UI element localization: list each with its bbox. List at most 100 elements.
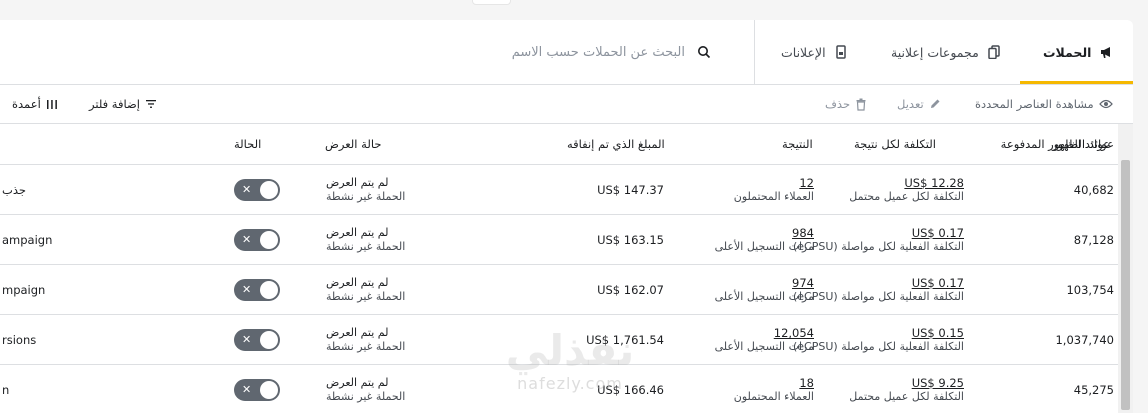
scrollbar-thumb[interactable] <box>1121 160 1130 410</box>
table-row[interactable]: 45,275 US$ 9.25 التكلفة لكل عميل محتمل 1… <box>0 364 1118 413</box>
columns-icon <box>46 99 57 109</box>
reach-cell: 103,754 <box>1066 265 1114 315</box>
delivery-substatus: الحملة غير نشطة <box>326 190 406 203</box>
cost-cell: US$ 9.25 التكلفة لكل عميل محتمل <box>849 365 964 413</box>
eye-icon <box>1098 99 1113 109</box>
header-result[interactable]: النتيجة <box>782 124 813 164</box>
columns-label: أعمدة <box>12 97 41 111</box>
table-row[interactable]: 1,037,740 US$ 0.15 (eCPSU) التكلفة الفعل… <box>0 314 1118 365</box>
add-filter-label: إضافة فلتر <box>89 97 140 111</box>
campaign-name[interactable]: n <box>2 383 9 397</box>
header-delivery[interactable]: حالة العرض <box>325 124 381 164</box>
view-selected-button[interactable]: مشاهدة العناصر المحددة <box>975 85 1113 123</box>
delivery-cell: لم يتم العرض الحملة غير نشطة <box>326 315 405 365</box>
toggle-knob <box>260 181 278 199</box>
pencil-icon <box>930 99 940 108</box>
status-toggle[interactable]: ✕ <box>234 229 280 251</box>
table-row[interactable]: 40,682 US$ 12.28 التكلفة لكل عميل محتمل … <box>0 164 1118 215</box>
amount-spent-value: US$ 166.46 <box>597 383 664 397</box>
cost-label: (eCPSU) التكلفة الفعلية لكل مواصلة <box>792 240 964 253</box>
result-label: العملاء المحتملون <box>733 190 814 203</box>
cost-link[interactable]: US$ 12.28 <box>904 176 964 190</box>
delivery-cell: لم يتم العرض الحملة غير نشطة <box>326 365 405 413</box>
off-icon: ✕ <box>242 283 252 296</box>
campaign-name[interactable]: mpaign <box>2 283 45 297</box>
tab-bar: الحملات مجموعات إعلانية الإعلانات <box>0 20 1133 85</box>
cost-cell: US$ 12.28 التكلفة لكل عميل محتمل <box>849 165 964 215</box>
table-row[interactable]: 87,128 US$ 0.17 (eCPSU) التكلفة الفعلية … <box>0 214 1118 265</box>
cost-link[interactable]: US$ 0.15 <box>912 326 964 340</box>
delivery-status: لم يتم العرض <box>326 276 389 289</box>
result-link[interactable]: 974 <box>792 276 814 290</box>
tab-ads[interactable]: الإعلانات <box>781 20 848 84</box>
campaign-name-cell[interactable]: n <box>2 365 9 413</box>
header-delivery-label: حالة العرض <box>325 137 382 151</box>
campaign-name-cell[interactable]: جذب <box>2 165 26 215</box>
cost-link[interactable]: US$ 0.17 <box>912 226 964 240</box>
top-handle[interactable] <box>472 0 511 5</box>
delivery-substatus: الحملة غير نشطة <box>326 390 406 403</box>
tab-campaigns[interactable]: الحملات <box>1043 20 1113 84</box>
search-box[interactable] <box>488 36 746 68</box>
header-paid-reach-label: عوائد الظهور المدفوعة <box>1000 137 1110 151</box>
result-link[interactable]: 18 <box>799 376 814 390</box>
view-selected-label: مشاهدة العناصر المحددة <box>975 97 1094 111</box>
filter-icon <box>145 100 156 108</box>
header-paid-reach[interactable]: عوائد الظهور عوائد الظهور المدفوعة <box>1001 124 1114 164</box>
columns-button[interactable]: أعمدة <box>12 85 58 123</box>
add-filter-button[interactable]: إضافة فلتر <box>89 85 157 123</box>
search-input[interactable] <box>488 43 687 61</box>
campaign-name[interactable]: ampaign <box>2 233 52 247</box>
amount-spent-value: US$ 163.15 <box>597 233 664 247</box>
cost-label: (eCPSU) التكلفة الفعلية لكل مواصلة <box>792 340 964 353</box>
tab-ad-sets-label: مجموعات إعلانية <box>891 44 979 60</box>
campaign-name-cell[interactable]: rsions <box>2 315 36 365</box>
off-icon: ✕ <box>242 183 252 196</box>
search-icon[interactable] <box>697 45 711 59</box>
megaphone-icon <box>1101 47 1111 58</box>
delete-button[interactable]: حذف <box>825 85 867 123</box>
cost-cell: US$ 0.15 (eCPSU) التكلفة الفعلية لكل موا… <box>793 315 964 365</box>
amount-spent-value: US$ 1,761.54 <box>586 333 664 347</box>
reach-value: 103,754 <box>1066 283 1114 297</box>
delivery-cell: لم يتم العرض الحملة غير نشطة <box>326 215 405 265</box>
edit-label: تعديل <box>897 97 924 111</box>
header-cost-per-result[interactable]: التكلفة لكل نتيجة <box>854 124 936 164</box>
status-toggle[interactable]: ✕ <box>234 329 280 351</box>
campaigns-table: عوائد الظهور عوائد الظهور المدفوعة التكل… <box>0 124 1118 413</box>
status-toggle[interactable]: ✕ <box>234 179 280 201</box>
result-link[interactable]: 984 <box>792 226 814 240</box>
header-status[interactable]: الحالة <box>234 124 261 164</box>
delivery-status: لم يتم العرض <box>326 376 389 389</box>
cost-link[interactable]: US$ 0.17 <box>912 276 964 290</box>
campaign-name-cell[interactable]: ampaign <box>2 215 52 265</box>
result-link[interactable]: 12,054 <box>774 326 814 340</box>
table-row[interactable]: 103,754 US$ 0.17 (eCPSU) التكلفة الفعلية… <box>0 264 1118 315</box>
result-cell: 18 العملاء المحتملون <box>734 365 814 413</box>
result-cell: 12 العملاء المحتملون <box>734 165 814 215</box>
delivery-substatus: الحملة غير نشطة <box>326 240 406 253</box>
campaign-name-cell[interactable]: mpaign <box>2 265 45 315</box>
campaign-name[interactable]: rsions <box>2 333 36 347</box>
off-icon: ✕ <box>242 383 252 396</box>
delivery-substatus: الحملة غير نشطة <box>326 290 406 303</box>
ad-icon <box>835 45 846 59</box>
vertical-scrollbar[interactable] <box>1118 124 1133 413</box>
header-amount-spent[interactable]: المبلغ الذي تم إنفاقه <box>567 124 665 164</box>
tab-ad-sets[interactable]: مجموعات إعلانية <box>891 20 1001 84</box>
amount-spent-cell: US$ 147.37 <box>597 165 664 215</box>
delivery-status: لم يتم العرض <box>326 226 389 239</box>
toggle-knob <box>260 381 278 399</box>
cost-link[interactable]: US$ 9.25 <box>912 376 964 390</box>
status-toggle[interactable]: ✕ <box>234 379 280 401</box>
campaign-name[interactable]: جذب <box>2 183 26 197</box>
result-link[interactable]: 12 <box>799 176 814 190</box>
tab-ads-label: الإعلانات <box>781 44 826 60</box>
header-result-label: النتيجة <box>782 137 813 151</box>
reach-value: 87,128 <box>1073 233 1114 247</box>
status-toggle[interactable]: ✕ <box>234 279 280 301</box>
trash-icon <box>856 98 866 111</box>
reach-value: 45,275 <box>1073 383 1114 397</box>
edit-button[interactable]: تعديل <box>897 85 941 123</box>
cost-label: التكلفة لكل عميل محتمل <box>849 390 964 403</box>
